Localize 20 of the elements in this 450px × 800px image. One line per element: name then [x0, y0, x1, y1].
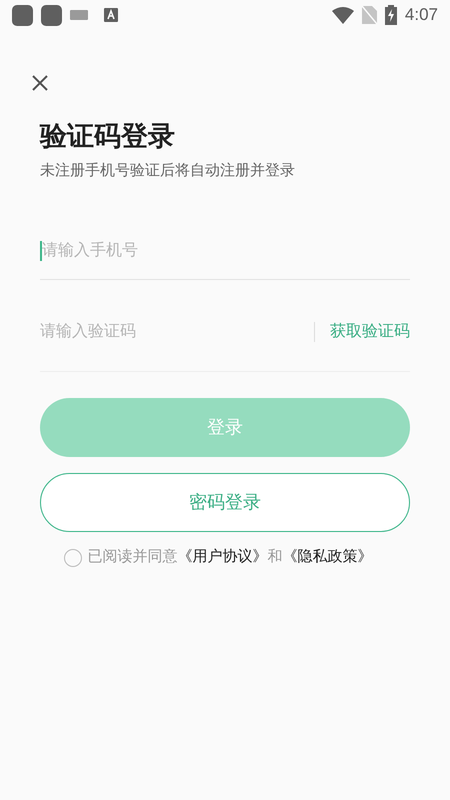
agreement-checkbox[interactable] — [64, 548, 82, 566]
phone-field[interactable]: 请输入手机号 — [42, 238, 410, 263]
password-login-button[interactable]: 密码登录 — [40, 473, 410, 532]
close-icon — [32, 75, 48, 91]
battery-charging-icon — [384, 5, 397, 25]
agreement-link[interactable]: 《用户协议》 — [178, 546, 268, 569]
font-icon — [104, 8, 118, 22]
agreement-link[interactable]: 《隐私政策》 — [282, 546, 372, 569]
notification-icon — [12, 4, 33, 26]
wifi-icon — [332, 6, 354, 24]
page-subtitle: 未注册手机号验证后将自动注册并登录 — [40, 160, 296, 181]
notification-icon — [41, 4, 62, 26]
keyboard-icon — [70, 10, 88, 20]
page-title: 验证码登录 — [40, 120, 176, 153]
no-sim-icon — [362, 6, 377, 24]
status-time: 4:07 — [404, 4, 438, 26]
agreement-text: 已阅读并同意 — [88, 547, 178, 568]
agreement-text: 和 — [268, 547, 282, 568]
code-field[interactable]: 请输入验证码 — [40, 320, 314, 344]
get-code-link[interactable]: 获取验证码 — [330, 320, 410, 344]
